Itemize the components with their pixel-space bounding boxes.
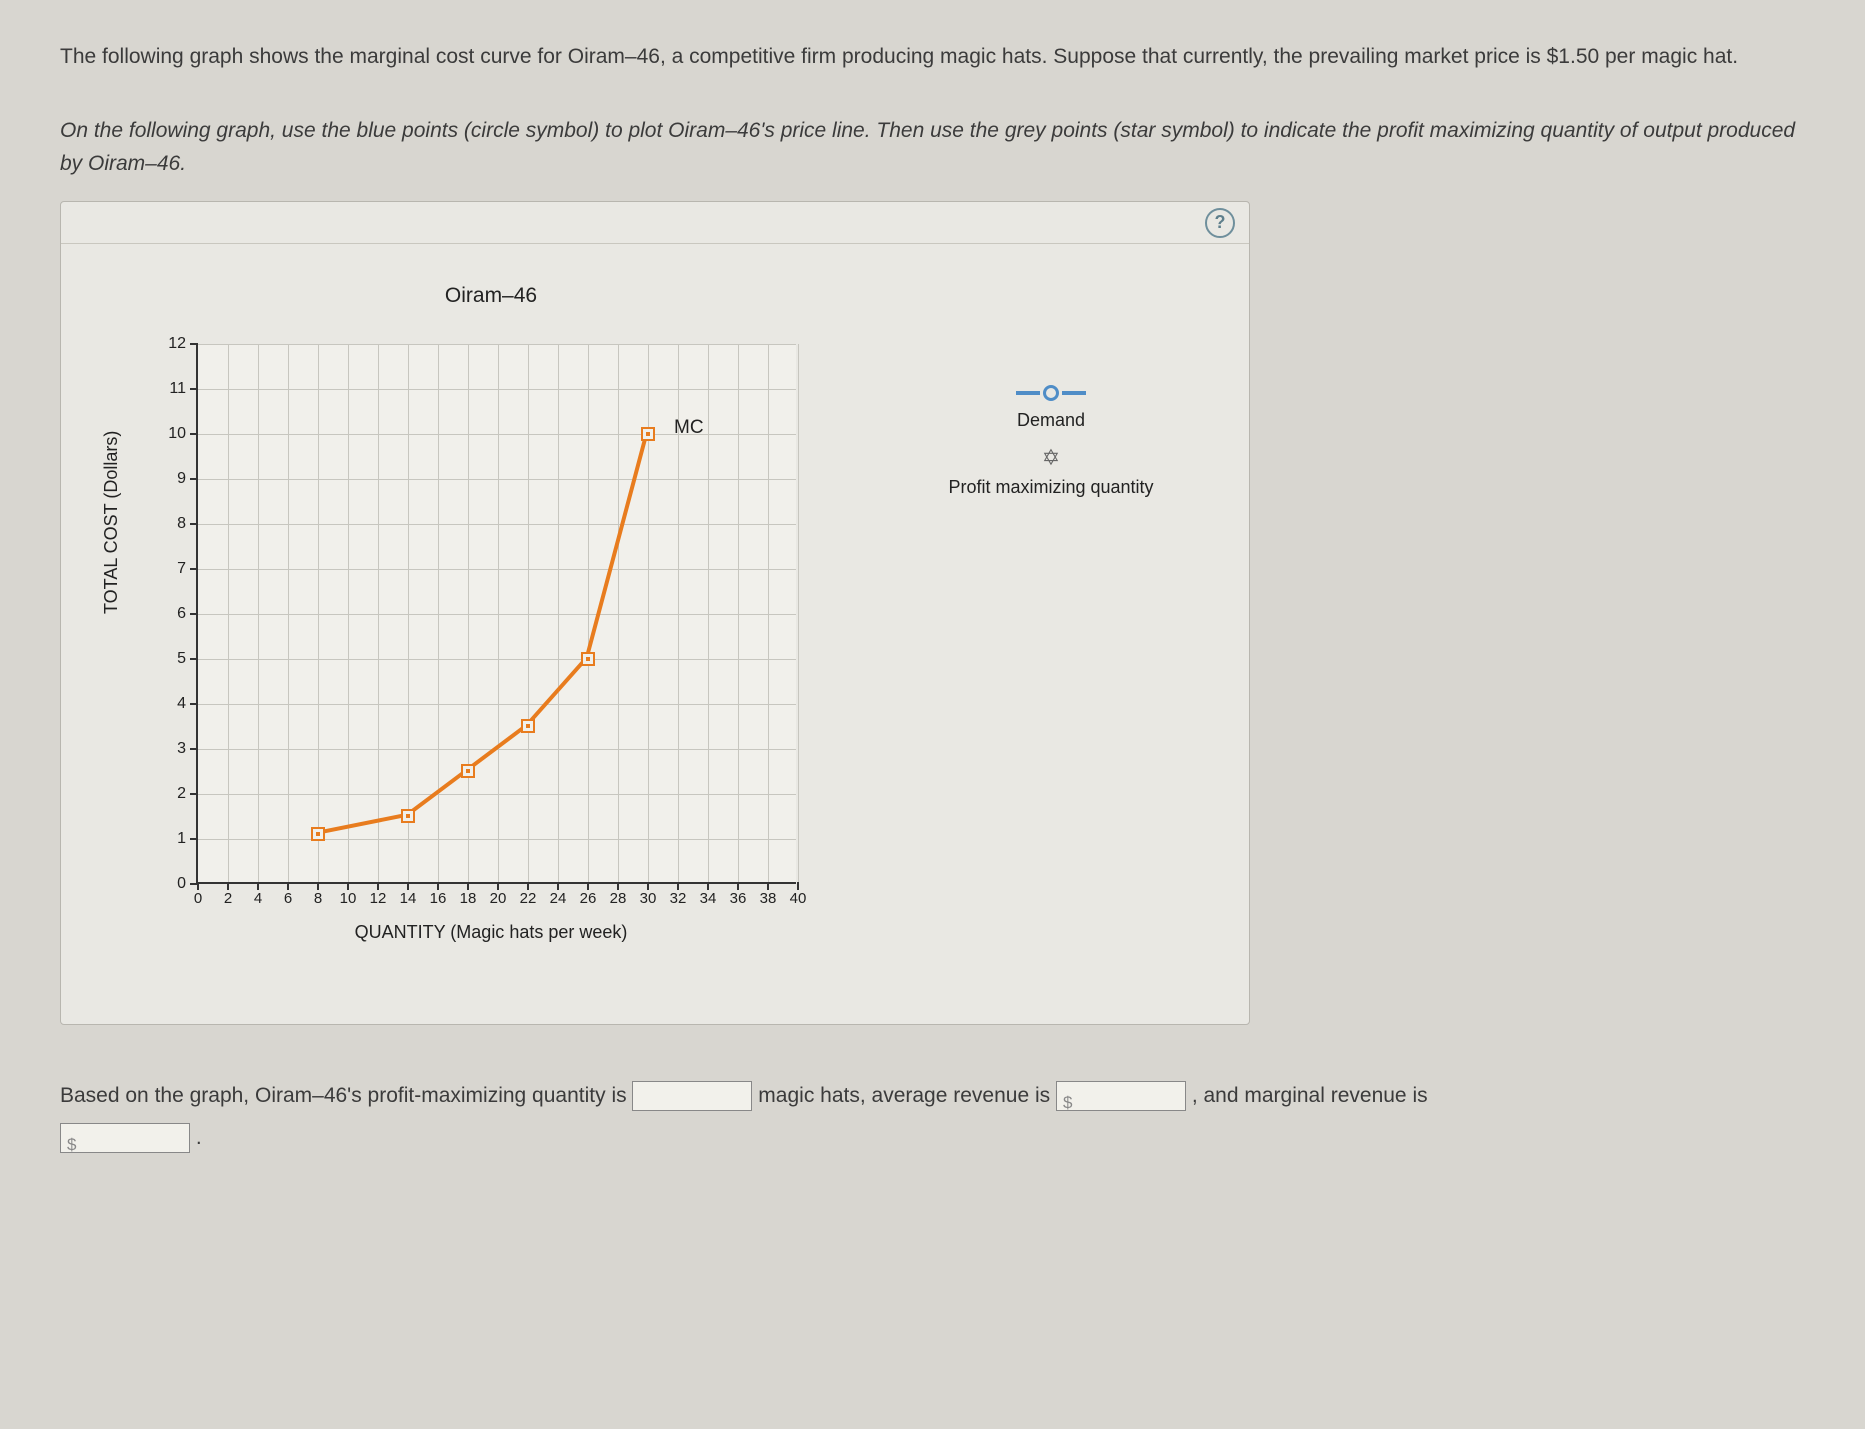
mc-point[interactable] [641,427,655,441]
y-tick: 3 [138,740,198,758]
x-tick: 40 [790,882,807,907]
instruction-text: On the following graph, use the blue poi… [60,114,1805,181]
y-tick: 1 [138,830,198,848]
graph-panel: ? Oiram–46 TOTAL COST (Dollars) 01234567… [60,201,1250,1025]
y-tick: 0 [138,875,198,893]
y-tick: 4 [138,695,198,713]
legend-pmq-label: Profit maximizing quantity [948,477,1153,498]
chart-area[interactable]: Oiram–46 TOTAL COST (Dollars) 0123456789… [81,274,901,984]
q-part4: . [196,1126,202,1149]
mc-series-label: MC [674,417,704,439]
x-tick: 32 [670,882,687,907]
y-tick: 5 [138,650,198,668]
x-axis-label: QUANTITY (Magic hats per week) [81,922,901,943]
intro-text: The following graph shows the marginal c… [60,40,1805,74]
mc-point[interactable] [401,809,415,823]
q-part2: magic hats, average revenue is [758,1084,1056,1107]
legend: Demand ✡ Profit maximizing quantity [921,274,1181,984]
legend-pmq[interactable]: ✡ Profit maximizing quantity [921,447,1181,498]
y-tick: 12 [138,335,198,353]
plot-region[interactable]: 0123456789101112024681012141618202224262… [196,344,796,884]
mc-point[interactable] [461,764,475,778]
y-axis-label: TOTAL COST (Dollars) [101,430,122,613]
x-tick: 6 [284,882,292,907]
x-tick: 18 [460,882,477,907]
y-tick: 10 [138,425,198,443]
marginal-revenue-input[interactable]: $ [60,1123,190,1153]
y-tick: 8 [138,515,198,533]
mc-point[interactable] [581,652,595,666]
x-tick: 0 [194,882,202,907]
q-part1: Based on the graph, Oiram–46's profit-ma… [60,1084,632,1107]
x-tick: 30 [640,882,657,907]
dollar-prefix: $ [1063,1093,1072,1112]
x-tick: 34 [700,882,717,907]
legend-demand-label: Demand [1017,410,1085,431]
panel-body: Oiram–46 TOTAL COST (Dollars) 0123456789… [61,244,1249,1024]
star-icon: ✡ [1042,447,1060,469]
x-tick: 14 [400,882,417,907]
y-tick: 9 [138,470,198,488]
quantity-input[interactable] [632,1081,752,1111]
q-part3: , and marginal revenue is [1192,1084,1428,1107]
x-tick: 8 [314,882,322,907]
help-button[interactable]: ? [1205,208,1235,238]
dollar-prefix-2: $ [67,1135,76,1154]
x-tick: 16 [430,882,447,907]
x-tick: 2 [224,882,232,907]
y-tick: 7 [138,560,198,578]
y-tick: 6 [138,605,198,623]
avg-revenue-input[interactable]: $ [1056,1081,1186,1111]
y-tick: 2 [138,785,198,803]
x-tick: 26 [580,882,597,907]
x-tick: 4 [254,882,262,907]
panel-header: ? [61,202,1249,244]
chart-title: Oiram–46 [81,284,901,308]
x-tick: 10 [340,882,357,907]
mc-point[interactable] [311,827,325,841]
legend-demand[interactable]: Demand [921,384,1181,431]
x-tick: 28 [610,882,627,907]
x-tick: 20 [490,882,507,907]
question-row: Based on the graph, Oiram–46's profit-ma… [60,1075,1805,1159]
x-tick: 24 [550,882,567,907]
x-tick: 22 [520,882,537,907]
mc-point[interactable] [521,719,535,733]
circle-icon [1016,384,1086,402]
y-tick: 11 [138,380,198,398]
x-tick: 38 [760,882,777,907]
x-tick: 12 [370,882,387,907]
x-tick: 36 [730,882,747,907]
